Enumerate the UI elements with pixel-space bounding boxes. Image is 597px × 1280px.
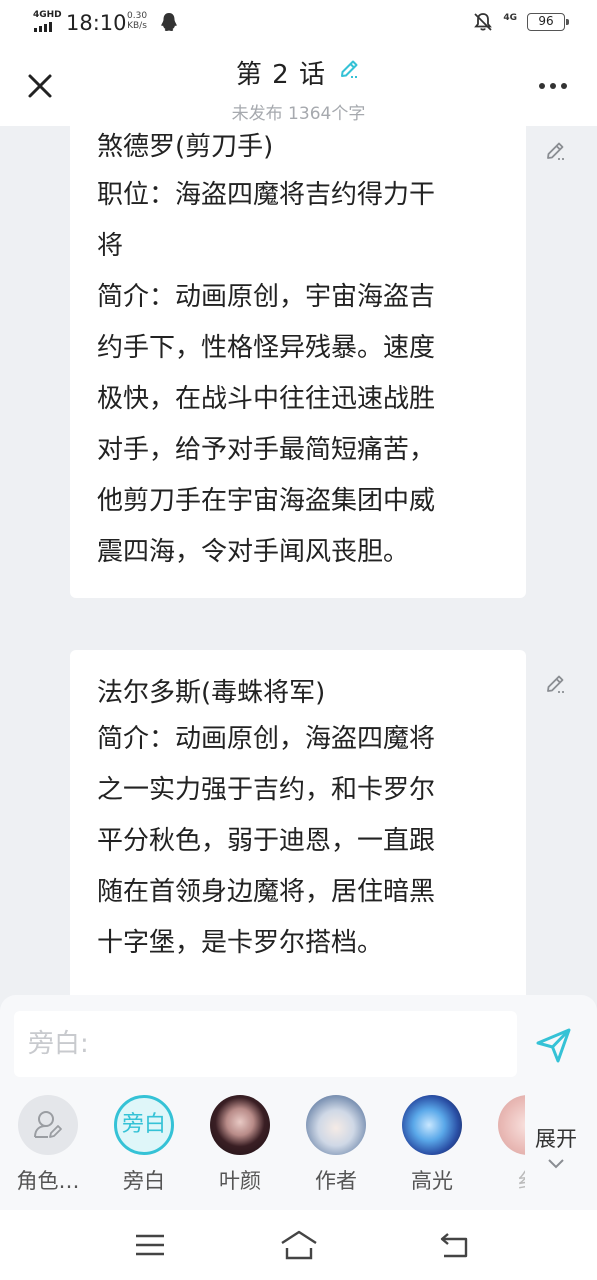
expand-label: 展开: [535, 1127, 577, 1151]
expand-button[interactable]: 展开: [526, 1123, 586, 1171]
character-option-yeyan[interactable]: 叶颜: [195, 1095, 285, 1195]
avatar: 旁白: [114, 1095, 174, 1155]
character-description: 职位：海盗四魔将吉约得力干 将 简介：动画原创，宇宙海盗吉 约手下，性格怪异残暴…: [97, 170, 477, 578]
network-type: 4GHD: [33, 10, 62, 20]
character-name: 法尔多斯(毒蛛将军): [97, 678, 326, 708]
character-label: 角色…: [16, 1169, 80, 1193]
avatar: [402, 1095, 462, 1155]
description-line: 将: [97, 231, 124, 261]
character-selector: 角色… 旁白 旁白 叶颜 作者 高光 纟: [0, 1095, 525, 1195]
character-name: 煞德罗(剪刀手): [97, 132, 274, 162]
system-nav-bar: [0, 1210, 597, 1280]
battery-icon: 96: [527, 13, 569, 31]
status-right: 4G 96: [473, 12, 569, 32]
mobile-data-indicator: 4G: [503, 13, 517, 23]
description-line: 震四海，令对手闻风丧胆。: [97, 537, 410, 567]
page-title[interactable]: 第 2 话: [236, 54, 326, 91]
character-label: 旁白: [123, 1169, 165, 1193]
editor-header: 第 2 话 未发布 1364个字: [0, 46, 597, 126]
character-description: 简介：动画原创，海盗四魔将 之一实力强于吉约，和卡罗尔 平分秋色，弱于迪恩，一直…: [97, 714, 477, 969]
more-dots-icon[interactable]: [539, 74, 569, 98]
avatar: [306, 1095, 366, 1155]
description-line: 约手下，性格怪异残暴。速度: [97, 333, 436, 363]
character-label: 作者: [315, 1169, 357, 1193]
speed-unit: KB/s: [127, 21, 147, 31]
chevron-down-icon: [548, 1159, 564, 1169]
description-line: 他剪刀手在宇宙海盗集团中威: [97, 486, 436, 516]
description-line: 随在首领身边魔将，居住暗黑: [97, 877, 436, 907]
description-line: 之一实力强于吉约，和卡罗尔: [97, 775, 436, 805]
character-option-partial[interactable]: 纟: [483, 1095, 525, 1195]
edit-pencil-icon[interactable]: [337, 57, 361, 81]
signal-indicator: 4GHD: [32, 10, 62, 34]
network-speed: 0.30 KB/s: [127, 11, 147, 31]
description-line: 平分秋色，弱于迪恩，一直跟: [97, 826, 436, 856]
description-line: 对手，给予对手最简短痛苦，: [97, 435, 436, 465]
clock: 18:10: [66, 11, 127, 35]
avatar: [210, 1095, 270, 1155]
description-line: 简介：动画原创，宇宙海盗吉: [97, 282, 436, 312]
character-card[interactable]: 法尔多斯(毒蛛将军) 简介：动画原创，海盗四魔将 之一实力强于吉约，和卡罗尔 平…: [70, 650, 526, 995]
edit-pencil-icon[interactable]: [544, 671, 568, 695]
chapter-content[interactable]: 煞德罗(剪刀手) 职位：海盗四魔将吉约得力干 将 简介：动画原创，宇宙海盗吉 约…: [0, 126, 597, 995]
narration-input[interactable]: 旁白:: [14, 1011, 517, 1077]
edit-pencil-icon[interactable]: [544, 138, 568, 162]
character-label: 高光: [411, 1169, 453, 1193]
title-area: 第 2 话 未发布 1364个字: [0, 54, 597, 124]
character-option-role-management[interactable]: 角色…: [3, 1095, 93, 1195]
character-card[interactable]: 煞德罗(剪刀手) 职位：海盗四魔将吉约得力干 将 简介：动画原创，宇宙海盗吉 约…: [70, 126, 526, 598]
description-line: 职位：海盗四魔将吉约得力干: [97, 180, 436, 210]
description-line: 十字堡，是卡罗尔搭档。: [97, 928, 384, 958]
bell-muted-icon: [474, 13, 493, 31]
avatar: [18, 1095, 78, 1155]
signal-bars-icon: [34, 22, 52, 32]
character-label: 叶颜: [219, 1169, 261, 1193]
status-bar: 4GHD 18:10 0.30 KB/s 4G 96: [0, 0, 597, 46]
chapter-status: 未发布 1364个字: [231, 104, 366, 124]
description-line: 极快，在战斗中往往迅速战胜: [97, 384, 436, 414]
back-icon[interactable]: [438, 1230, 472, 1260]
speed-value: 0.30: [127, 11, 148, 21]
menu-icon[interactable]: [134, 1232, 166, 1258]
character-option-gaoguang[interactable]: 高光: [387, 1095, 477, 1195]
input-panel: 旁白: 角色… 旁白 旁白 叶颜 作者 高光 展开: [0, 995, 597, 1210]
user-edit-icon: [34, 1111, 62, 1138]
qq-penguin-icon: [161, 13, 177, 31]
character-label: 纟: [483, 1165, 526, 1195]
send-icon[interactable]: [534, 1025, 574, 1065]
character-option-author[interactable]: 作者: [291, 1095, 381, 1195]
character-option-narrator[interactable]: 旁白 旁白: [99, 1095, 189, 1195]
description-line: 简介：动画原创，海盗四魔将: [97, 724, 436, 754]
avatar: [498, 1095, 525, 1155]
home-icon[interactable]: [278, 1228, 320, 1262]
